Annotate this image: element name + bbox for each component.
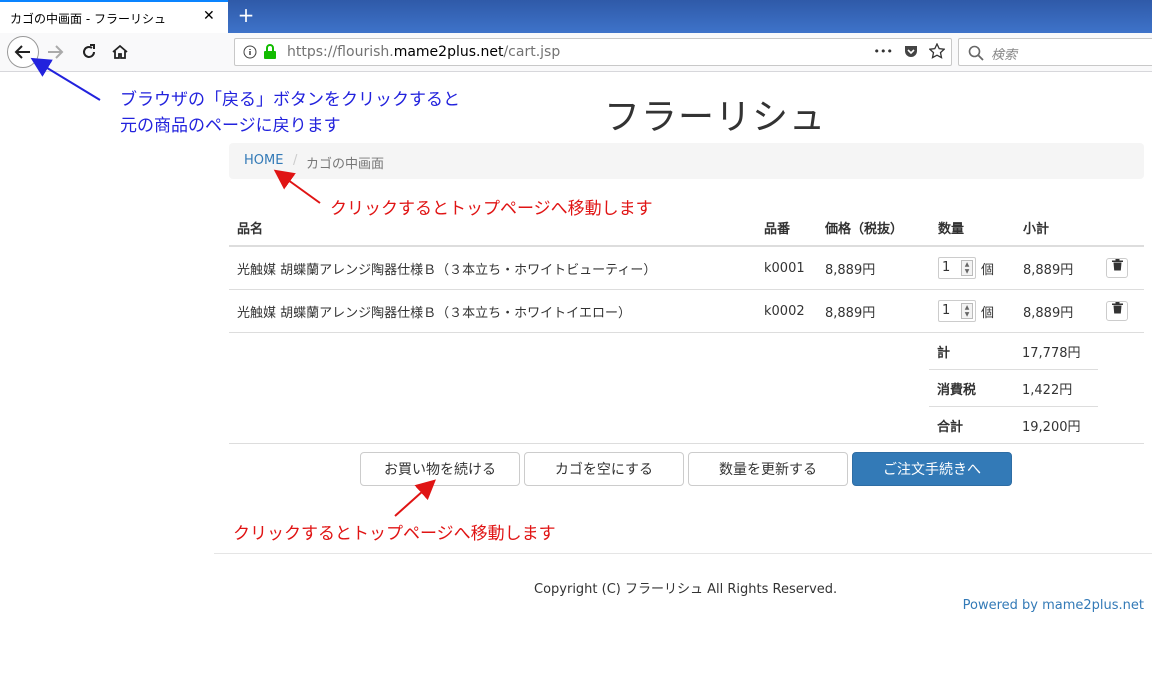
summary-divider	[229, 443, 1144, 444]
delete-item-button[interactable]	[1106, 301, 1128, 321]
item-code: k0001	[756, 246, 817, 290]
tab-bar: カゴの中画面 - フラーリシュ ✕ +	[0, 0, 1152, 33]
back-button[interactable]	[7, 36, 39, 68]
table-row: 光触媒 胡蝶蘭アレンジ陶器仕様Ｂ（３本立ち・ホワイトビューティー） k0001 …	[229, 246, 1144, 290]
checkout-button[interactable]: ご注文手続きへ	[852, 452, 1012, 486]
item-subtotal: 8,889円	[1015, 246, 1098, 290]
summary-label: 計	[929, 333, 1014, 370]
powered-by-link[interactable]: Powered by mame2plus.net	[963, 598, 1144, 613]
cart-table: 品名 品番 価格（税抜） 数量 小計 光触媒 胡蝶蘭アレンジ陶器仕様Ｂ（３本立ち…	[229, 209, 1144, 333]
continue-arrow	[394, 479, 436, 517]
item-qty-cell: 1 ▲ ▼ 個	[930, 246, 1015, 290]
back-annotation-line1: ブラウザの「戻る」ボタンをクリックすると	[120, 90, 460, 110]
bookmark-star-icon[interactable]	[929, 43, 945, 59]
breadcrumb-separator: /	[293, 153, 298, 168]
new-tab-button[interactable]: +	[234, 3, 258, 27]
delete-item-button[interactable]	[1106, 258, 1128, 278]
search-input[interactable]: 検索	[991, 44, 1017, 63]
arrow-right-icon	[48, 45, 64, 59]
home-icon	[112, 44, 128, 59]
header-price: 価格（税抜）	[817, 209, 930, 247]
forward-button[interactable]	[40, 37, 70, 67]
table-row: 光触媒 胡蝶蘭アレンジ陶器仕様Ｂ（３本立ち・ホワイトイエロー） k0002 8,…	[229, 289, 1144, 333]
home-button[interactable]	[105, 37, 135, 67]
url-text: https://flourish.mame2plus.net/cart.jsp	[287, 44, 561, 60]
breadcrumb-home-link[interactable]: HOME	[244, 153, 283, 168]
arrow-left-icon	[14, 45, 30, 59]
reload-button[interactable]	[74, 37, 104, 67]
search-bar[interactable]: 検索	[958, 38, 1152, 66]
lock-icon	[264, 44, 276, 59]
summary-value: 19,200円	[1022, 419, 1081, 435]
item-qty-cell: 1 ▲ ▼ 個	[930, 289, 1015, 333]
item-name: 光触媒 胡蝶蘭アレンジ陶器仕様Ｂ（３本立ち・ホワイトビューティー）	[229, 246, 756, 290]
continue-annotation: クリックするとトップページへ移動します	[233, 524, 556, 544]
page-actions-icon[interactable]: •••	[874, 45, 893, 58]
active-tab[interactable]: カゴの中画面 - フラーリシュ ✕	[0, 0, 228, 33]
close-tab-icon[interactable]: ✕	[203, 8, 215, 24]
header-actions	[1098, 209, 1144, 247]
header-qty: 数量	[930, 209, 1015, 247]
breadcrumb: HOME / カゴの中画面	[229, 143, 1144, 179]
pocket-icon[interactable]	[903, 43, 919, 59]
search-icon	[968, 45, 984, 61]
continue-shopping-button[interactable]: お買い物を続ける	[360, 452, 520, 486]
breadcrumb-current: カゴの中画面	[306, 157, 385, 172]
info-icon[interactable]	[243, 45, 257, 59]
summary-table: 計 17,778円 消費税 1,422円 合計 19,200円	[929, 333, 1098, 443]
item-actions	[1098, 289, 1144, 333]
item-subtotal: 8,889円	[1015, 289, 1098, 333]
tab-title: カゴの中画面 - フラーリシュ	[10, 12, 166, 26]
site-title: フラーリシュ	[604, 97, 827, 138]
header-subtotal: 小計	[1015, 209, 1098, 247]
copyright-text: Copyright (C) フラーリシュ All Rights Reserved…	[534, 582, 838, 597]
quantity-stepper[interactable]: 1 ▲ ▼	[938, 257, 976, 279]
trash-icon	[1111, 259, 1123, 271]
summary-row: 消費税 1,422円	[929, 369, 1098, 407]
item-price: 8,889円	[817, 246, 930, 290]
footer-divider	[214, 553, 1152, 554]
item-code: k0002	[756, 289, 817, 333]
reload-icon	[83, 44, 95, 58]
spinner-arrows-icon[interactable]: ▲ ▼	[961, 303, 973, 319]
summary-value: 1,422円	[1014, 369, 1098, 407]
item-price: 8,889円	[817, 289, 930, 333]
navigation-bar: https://flourish.mame2plus.net/cart.jsp …	[0, 33, 1152, 72]
summary-label: 消費税	[929, 369, 1014, 407]
trash-icon	[1111, 302, 1123, 314]
qty-unit: 個	[981, 305, 995, 321]
header-code: 品番	[756, 209, 817, 247]
qty-unit: 個	[981, 262, 995, 278]
item-actions	[1098, 246, 1144, 290]
summary-row: 合計 19,200円	[929, 407, 1098, 444]
item-name: 光触媒 胡蝶蘭アレンジ陶器仕様Ｂ（３本立ち・ホワイトイエロー）	[229, 289, 756, 333]
summary-value: 17,778円	[1014, 333, 1098, 370]
spinner-arrows-icon[interactable]: ▲ ▼	[961, 260, 973, 276]
empty-cart-button[interactable]: カゴを空にする	[524, 452, 684, 486]
summary-label: 合計	[937, 419, 964, 435]
quantity-stepper[interactable]: 1 ▲ ▼	[938, 300, 976, 322]
update-quantity-button[interactable]: 数量を更新する	[688, 452, 848, 486]
home-annotation: クリックするとトップページへ移動します	[330, 199, 653, 219]
url-bar[interactable]: https://flourish.mame2plus.net/cart.jsp …	[234, 38, 952, 66]
back-annotation-line2: 元の商品のページに戻ります	[120, 116, 341, 136]
summary-row: 計 17,778円	[929, 333, 1098, 370]
